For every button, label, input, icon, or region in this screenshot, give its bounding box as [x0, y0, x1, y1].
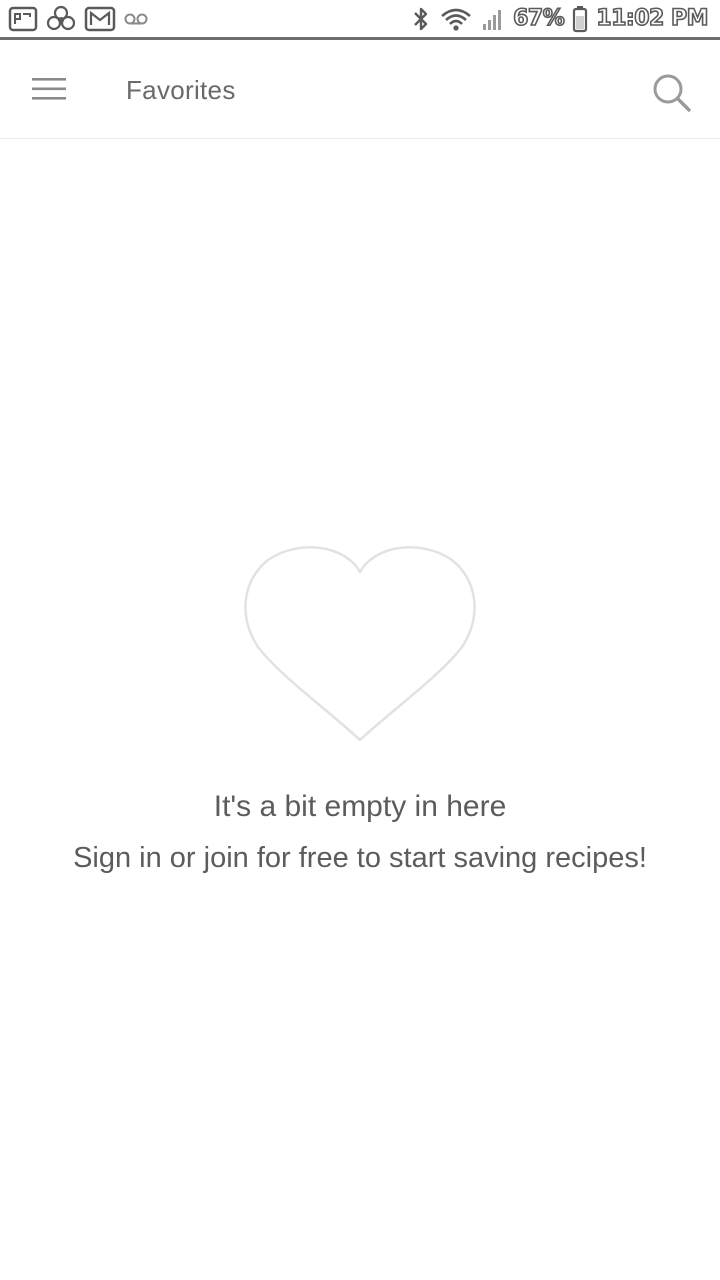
image-notification-icon	[8, 6, 38, 32]
hamburger-menu-icon	[31, 76, 67, 107]
bluetooth-icon	[411, 5, 431, 33]
wifi-icon	[439, 5, 473, 33]
status-bar-notifications	[8, 5, 148, 33]
page-title: Favorites	[126, 75, 236, 105]
empty-state-subtitle: Sign in or join for free to start saving…	[73, 842, 647, 874]
empty-state-title: It's a bit empty in here	[213, 790, 507, 823]
battery-percentage: 67%	[512, 5, 565, 32]
empty-state: It's a bit empty in here Sign in or join…	[0, 540, 720, 875]
menu-button[interactable]	[24, 69, 74, 113]
voicemail-icon	[124, 12, 148, 26]
status-time: 11:02 PM	[595, 5, 709, 32]
app-bar: Favorites	[0, 43, 720, 139]
heart-outline-icon	[244, 546, 476, 742]
status-bar-system: 67% 11:02 PM	[411, 5, 709, 33]
status-bar: 67% 11:02 PM	[0, 0, 720, 40]
signal-icon	[481, 6, 505, 32]
search-button[interactable]	[644, 67, 700, 123]
battery-icon	[572, 5, 588, 33]
search-icon	[651, 72, 693, 119]
pinwheel-notification-icon	[46, 5, 76, 33]
gmail-notification-icon	[84, 6, 116, 32]
